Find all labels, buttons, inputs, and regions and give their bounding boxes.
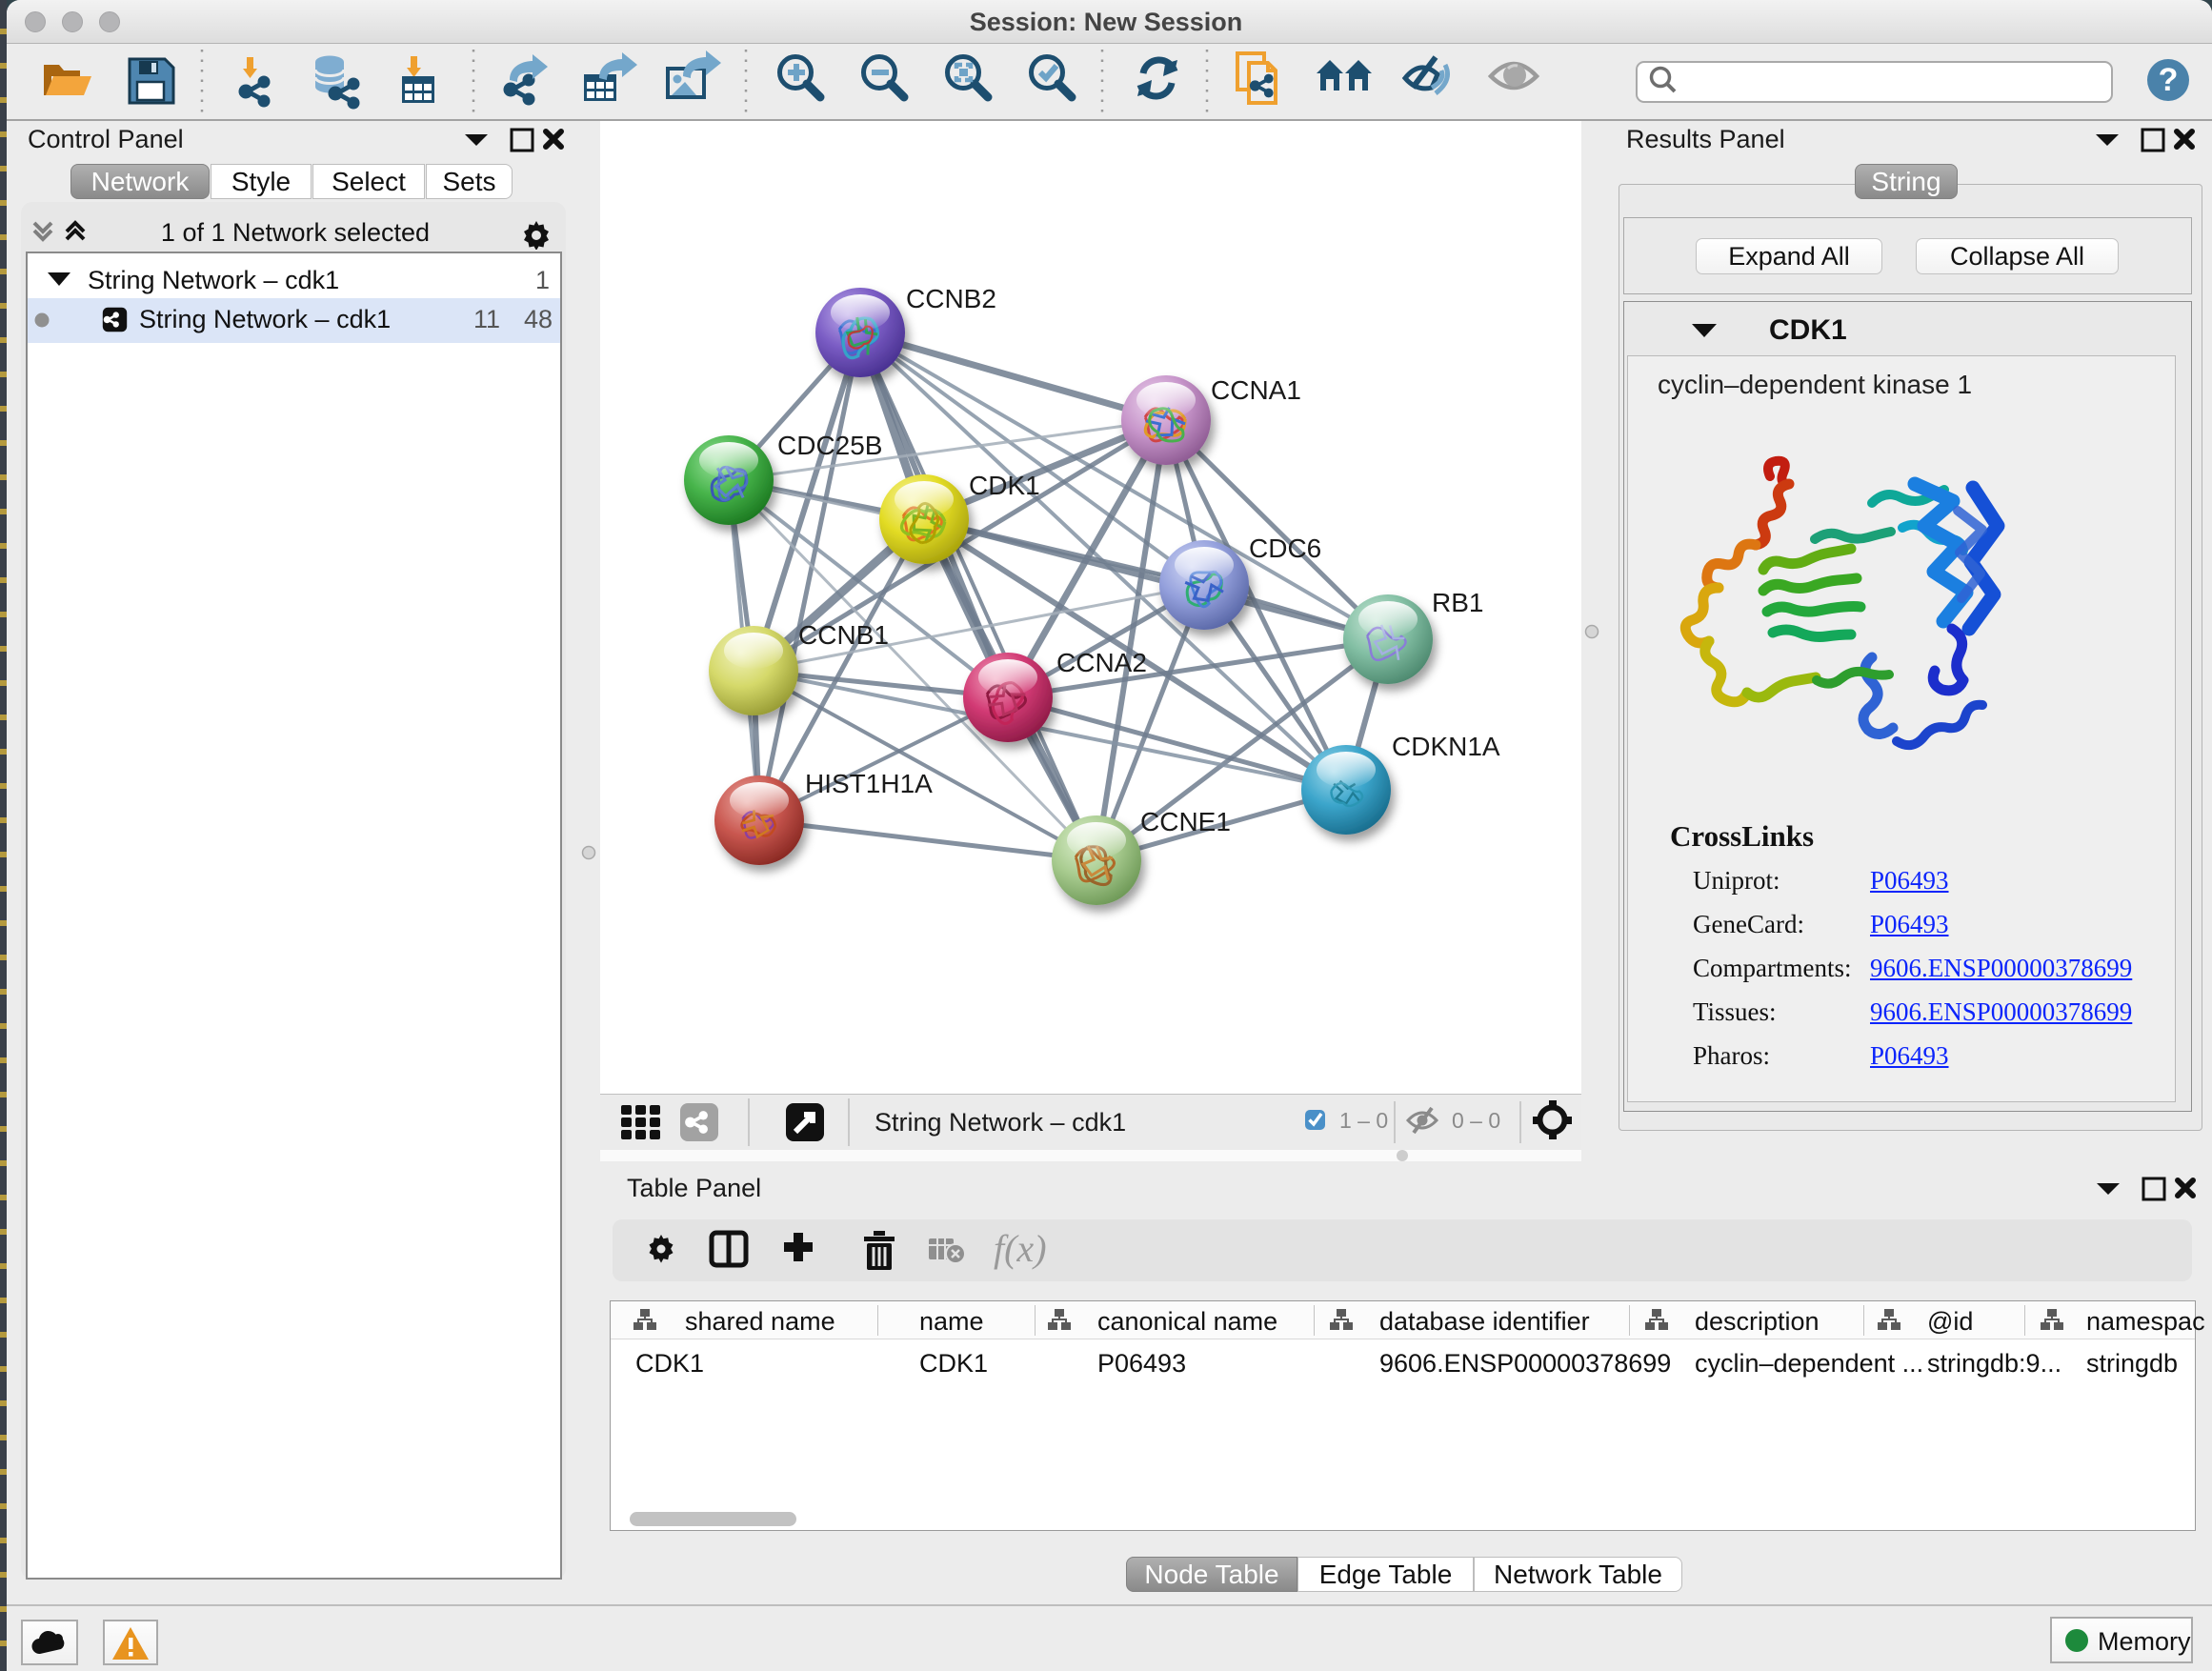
svg-text:CCNB2: CCNB2	[906, 284, 996, 313]
svg-text:CCNA1: CCNA1	[1211, 375, 1301, 405]
svg-text:HIST1H1A: HIST1H1A	[805, 769, 933, 798]
svg-text:CDK1: CDK1	[969, 471, 1040, 500]
svg-text:CCNE1: CCNE1	[1140, 807, 1231, 836]
svg-text:CCNA2: CCNA2	[1056, 648, 1147, 677]
svg-text:CDKN1A: CDKN1A	[1392, 732, 1500, 761]
svg-text:CDC25B: CDC25B	[777, 431, 882, 460]
svg-text:f(x): f(x)	[994, 1227, 1047, 1270]
svg-text:String Network – cdk1: String Network – cdk1	[875, 1108, 1126, 1137]
svg-text:?: ?	[2159, 62, 2179, 98]
svg-text:RB1: RB1	[1432, 588, 1483, 617]
svg-text:1 – 0: 1 – 0	[1339, 1108, 1388, 1133]
svg-text:CCNB1: CCNB1	[798, 620, 889, 650]
svg-text:CDC6: CDC6	[1249, 534, 1321, 563]
svg-text:0 – 0: 0 – 0	[1452, 1108, 1500, 1133]
